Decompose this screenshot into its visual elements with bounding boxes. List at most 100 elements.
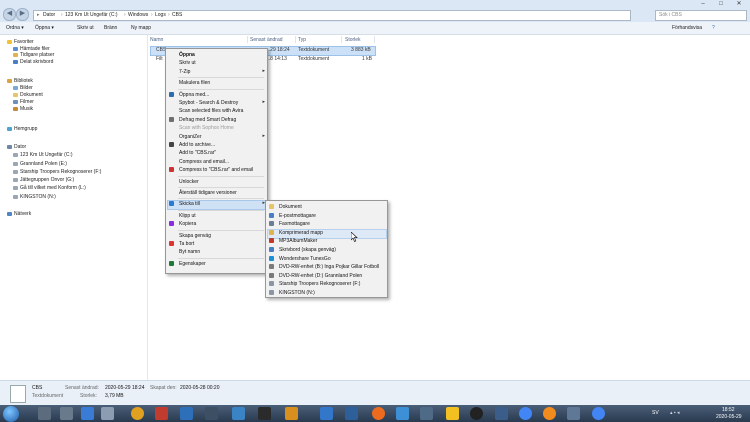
taskbar-app-icon[interactable]: [592, 407, 605, 420]
breadcrumb-cbs[interactable]: CBS: [172, 12, 182, 18]
context-menu-item[interactable]: Klipp ut: [166, 212, 267, 220]
nav-homegroup[interactable]: Hemgrupp: [7, 126, 37, 132]
send-to-item[interactable]: DVD-RW-enhet (B:) Inga Pojkar Gillar Fot…: [266, 263, 387, 271]
nav-drive-item[interactable]: Grannland Polen (E:): [13, 161, 67, 167]
nav-library-item[interactable]: Musik: [13, 106, 33, 112]
taskbar-app-icon[interactable]: [470, 407, 483, 420]
context-menu-item[interactable]: Compress and email...: [166, 158, 267, 166]
nav-drive-item[interactable]: KINGSTON (N:): [13, 194, 56, 200]
open-button[interactable]: Öppna ▾: [35, 25, 54, 31]
minimize-icon[interactable]: –: [694, 0, 712, 8]
column-size[interactable]: Storlek: [345, 37, 361, 43]
nav-favorite-item[interactable]: Tidigare platser: [13, 52, 54, 58]
search-input[interactable]: Sök i CBS: [655, 10, 747, 21]
context-menu-item[interactable]: OrganiZer ▸: [166, 133, 267, 141]
taskbar-app-icon[interactable]: [372, 407, 385, 420]
context-menu-item[interactable]: 7-Zip ▸: [166, 68, 267, 76]
taskbar-app-icon[interactable]: [232, 407, 245, 420]
context-menu-item[interactable]: Add to "CBS.rar": [166, 149, 267, 157]
start-button[interactable]: [3, 406, 19, 422]
clock-date[interactable]: 2020-05-29: [716, 414, 742, 420]
taskbar-app-icon[interactable]: [495, 407, 508, 420]
context-menu-item[interactable]: Skriv ut: [166, 59, 267, 67]
taskbar-app-icon[interactable]: [81, 407, 94, 420]
taskbar-app-icon[interactable]: [101, 407, 114, 420]
context-menu-item[interactable]: Återställ tidigare versioner: [166, 189, 267, 197]
context-menu-item[interactable]: Add to archive...: [166, 141, 267, 149]
context-menu-item[interactable]: Unlocker: [166, 178, 267, 186]
taskbar-app-icon[interactable]: [131, 407, 144, 420]
close-icon[interactable]: ✕: [730, 0, 748, 8]
breadcrumb-logs[interactable]: Logs: [155, 12, 166, 18]
taskbar-app-icon[interactable]: [180, 407, 193, 420]
taskbar-app-icon[interactable]: [396, 407, 409, 420]
context-menu-item[interactable]: Skicka till ▸: [166, 200, 267, 208]
taskbar-app-icon[interactable]: [205, 407, 218, 420]
taskbar-app-icon[interactable]: [258, 407, 271, 420]
taskbar-app-icon[interactable]: [38, 407, 51, 420]
taskbar-app-icon[interactable]: [420, 407, 433, 420]
taskbar-app-icon[interactable]: [567, 407, 580, 420]
address-bar[interactable]: ▸ Dator › 123 Km Ut Ungefär (C:) › Windo…: [33, 10, 631, 21]
context-menu-item[interactable]: Spybot - Search & Destroy ▸: [166, 99, 267, 107]
context-menu-item[interactable]: Öppna: [166, 51, 267, 59]
context-menu-item[interactable]: Defrag med Smart Defrag: [166, 116, 267, 124]
column-modified[interactable]: Senast ändrad: [250, 37, 283, 43]
taskbar-app-icon[interactable]: [519, 407, 532, 420]
taskbar-app-icon[interactable]: [543, 407, 556, 420]
context-menu-item[interactable]: Byt namn: [166, 248, 267, 256]
print-button[interactable]: Skriv ut: [77, 25, 94, 31]
forward-icon[interactable]: ▶: [16, 8, 29, 21]
send-to-item[interactable]: MP3AlbumMaker: [266, 237, 387, 245]
nav-library-item[interactable]: Dokument: [13, 92, 43, 98]
context-menu-item[interactable]: Skapa genväg: [166, 232, 267, 240]
context-menu-item[interactable]: Scan selected files with Avira: [166, 107, 267, 115]
maximize-icon[interactable]: □: [712, 0, 730, 8]
nav-favorite-item[interactable]: Delat skrivbord: [13, 59, 53, 65]
send-to-item[interactable]: KINGSTON (N:): [266, 289, 387, 297]
nav-drive-item[interactable]: Gå till vilket med Konform (L:): [13, 185, 86, 191]
send-to-item[interactable]: E-postmottagare: [266, 212, 387, 220]
context-menu-item[interactable]: Öppna med...: [166, 91, 267, 99]
context-menu-item[interactable]: Kopiera: [166, 220, 267, 228]
context-menu-item[interactable]: Makulera filen: [166, 79, 267, 87]
taskbar-app-icon[interactable]: [155, 407, 168, 420]
send-to-item[interactable]: Starship Troopers Rekognoserer (F:): [266, 280, 387, 288]
send-to-item[interactable]: Komprimerad mapp: [266, 229, 387, 237]
context-menu-item[interactable]: Scan with Sophos Home: [166, 124, 267, 132]
taskbar-app-icon[interactable]: [446, 407, 459, 420]
breadcrumb-drive[interactable]: 123 Km Ut Ungefär (C:): [65, 12, 118, 18]
context-menu-item[interactable]: Egenskaper: [166, 260, 267, 268]
language-indicator[interactable]: SV: [652, 410, 659, 416]
back-icon[interactable]: ◀: [3, 8, 16, 21]
context-menu-item[interactable]: Compress to "CBS.rar" and email: [166, 166, 267, 174]
nav-computer[interactable]: Dator: [7, 144, 26, 150]
context-menu-item[interactable]: Ta bort: [166, 240, 267, 248]
nav-library-item[interactable]: Bilder: [13, 85, 33, 91]
taskbar-app-icon[interactable]: [60, 407, 73, 420]
preview-toggle[interactable]: Förhandsvisa: [672, 25, 702, 31]
taskbar-app-icon[interactable]: [285, 407, 298, 420]
nav-libraries[interactable]: Bibliotek: [7, 78, 33, 84]
help-icon[interactable]: ?: [712, 25, 715, 31]
column-type[interactable]: Typ: [298, 37, 306, 43]
breadcrumb-dator[interactable]: Dator: [43, 12, 55, 18]
new-folder-button[interactable]: Ny mapp: [131, 25, 151, 31]
send-to-item[interactable]: DVD-RW-enhet (D:) Grannland Polen: [266, 272, 387, 280]
send-to-item[interactable]: Skrivbord (skapa genväg): [266, 246, 387, 254]
send-to-item[interactable]: Dokument: [266, 203, 387, 211]
nav-library-item[interactable]: Filmer: [13, 99, 34, 105]
nav-network[interactable]: Nätverk: [7, 211, 31, 217]
burn-button[interactable]: Bränn: [104, 25, 117, 31]
column-name[interactable]: Namn: [150, 37, 163, 43]
breadcrumb-windows[interactable]: Windows: [128, 12, 148, 18]
taskbar-app-icon[interactable]: [320, 407, 333, 420]
organize-button[interactable]: Ordna ▾: [6, 25, 24, 31]
send-to-item[interactable]: Wondershare TunesGo: [266, 255, 387, 263]
send-to-item[interactable]: Faxmottagare: [266, 220, 387, 228]
taskbar-app-icon[interactable]: [345, 407, 358, 420]
nav-drive-item[interactable]: Jättegruppen Onvor (G:): [13, 177, 74, 183]
nav-drive-item[interactable]: 123 Km Ut Ungefär (C:): [13, 152, 73, 158]
tray-icons[interactable]: ▴ ▪ ◂: [670, 410, 680, 416]
nav-drive-item[interactable]: Starship Troopers Rekognoserer (F:): [13, 169, 101, 175]
